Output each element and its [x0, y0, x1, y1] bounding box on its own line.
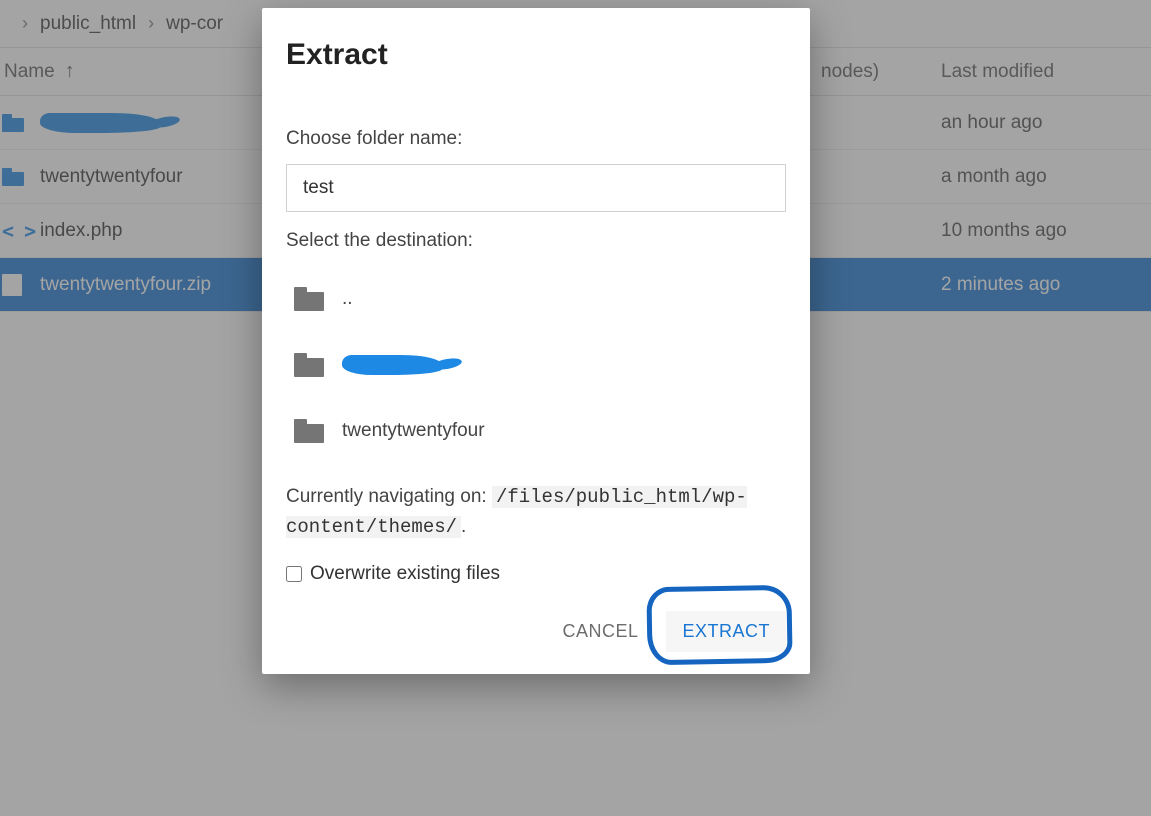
overwrite-option[interactable]: Overwrite existing files	[286, 563, 786, 585]
curnav-suffix: .	[461, 516, 466, 537]
folder-icon	[294, 419, 324, 443]
destination-item-label: twentytwentyfour	[342, 420, 485, 442]
folder-icon	[294, 353, 324, 377]
overwrite-checkbox[interactable]	[286, 566, 302, 582]
folder-name-input[interactable]	[286, 164, 786, 212]
destination-list: .. twentytwentyfour	[286, 266, 786, 464]
destination-item-label: ..	[342, 288, 353, 310]
redacted-label	[342, 355, 442, 375]
dialog-actions: CANCEL EXTRACT	[286, 611, 786, 652]
folder-icon	[294, 287, 324, 311]
destination-label: Select the destination:	[286, 230, 786, 252]
dialog-title: Extract	[286, 38, 786, 72]
folder-name-label: Choose folder name:	[286, 128, 786, 150]
cancel-button[interactable]: CANCEL	[546, 611, 654, 652]
curnav-prefix: Currently navigating on:	[286, 486, 492, 507]
overwrite-label: Overwrite existing files	[310, 563, 500, 585]
destination-item-parent[interactable]: ..	[286, 266, 786, 332]
extract-button[interactable]: EXTRACT	[666, 611, 786, 652]
destination-item[interactable]: twentytwentyfour	[286, 398, 786, 464]
current-navigation: Currently navigating on: /files/public_h…	[286, 482, 786, 543]
destination-item[interactable]	[286, 332, 786, 398]
extract-dialog: Extract Choose folder name: Select the d…	[262, 8, 810, 674]
